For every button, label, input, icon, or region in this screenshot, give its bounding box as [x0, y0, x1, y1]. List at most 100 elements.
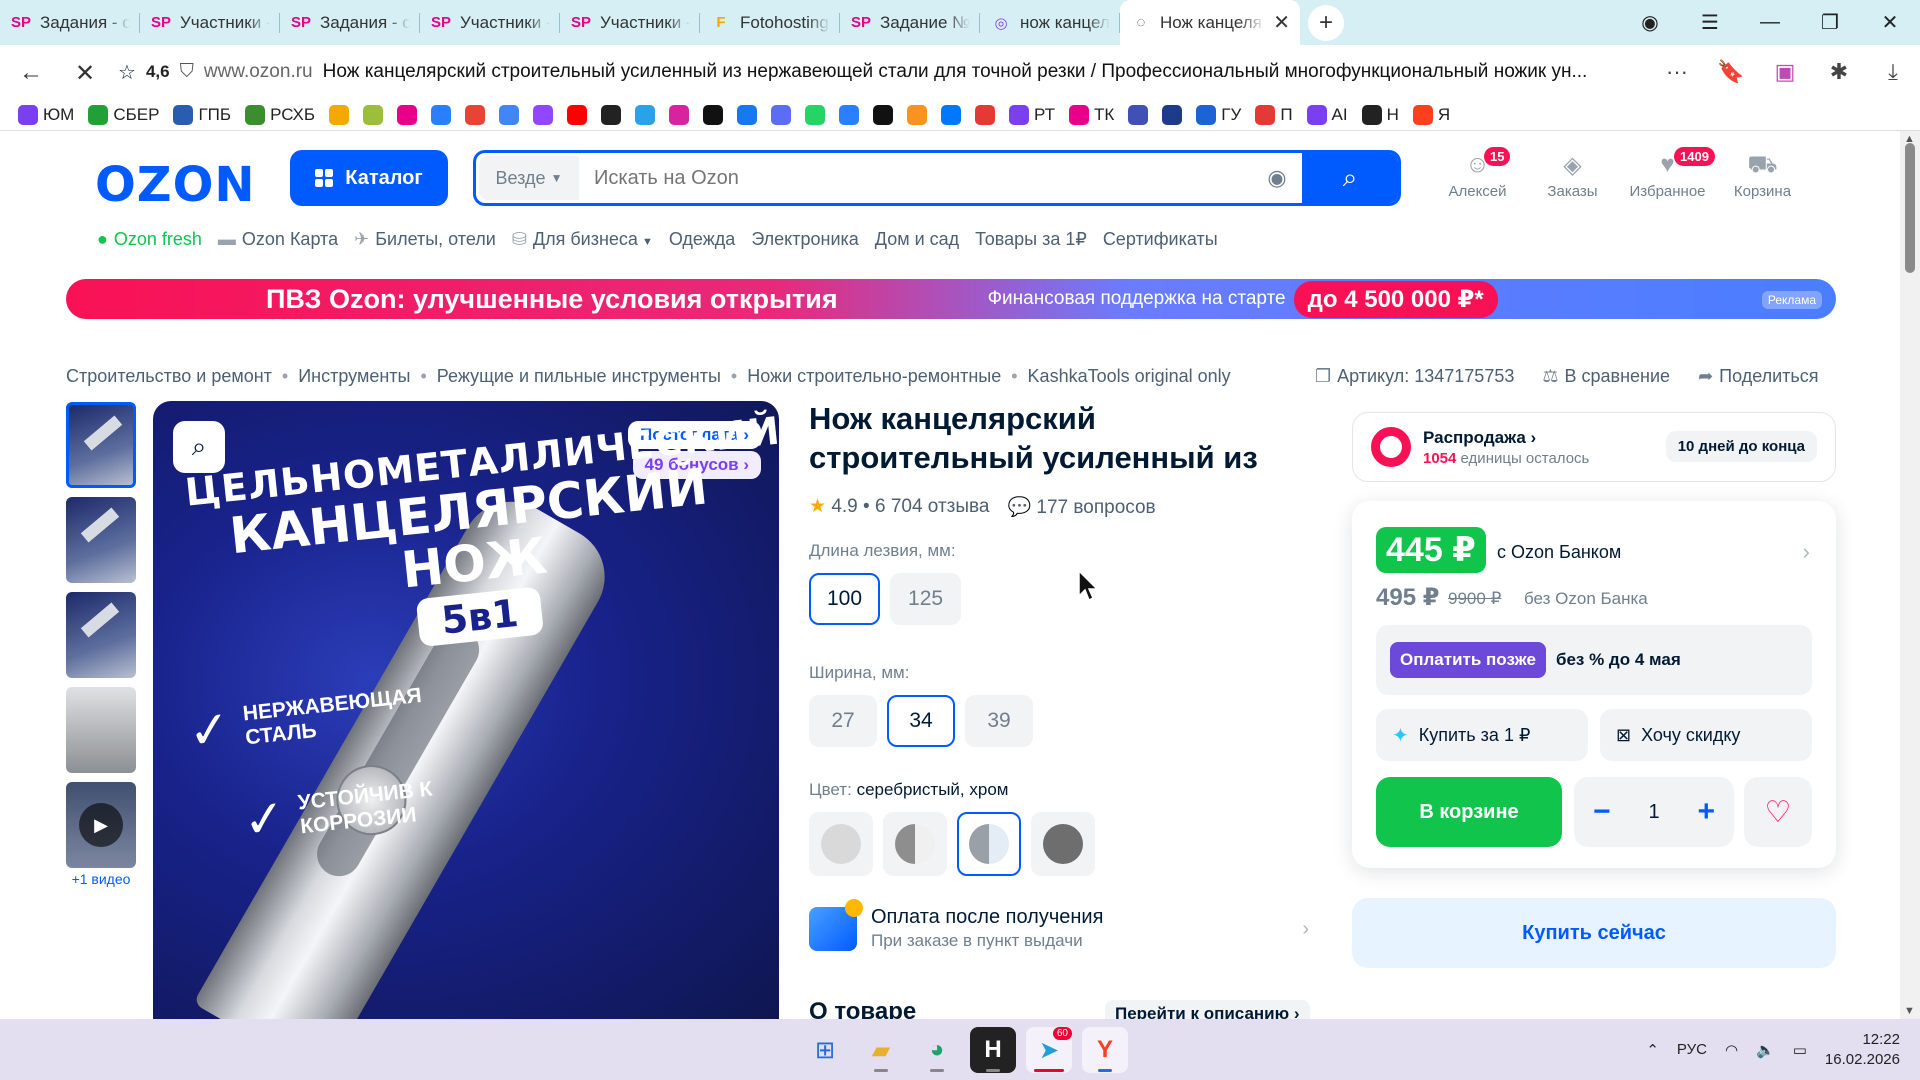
bookmark-item[interactable]	[669, 104, 690, 125]
download-icon[interactable]: ⤓	[1866, 59, 1920, 85]
width-option[interactable]: 27	[809, 695, 877, 747]
bookmark-item[interactable]	[465, 104, 486, 125]
subnav-item[interactable]: ⛁ Для бизнеса ▼	[512, 229, 653, 250]
browser-tab[interactable]: F Fotohosting.Pro	[700, 0, 840, 45]
bookmark-item[interactable]	[737, 104, 758, 125]
promo-banner[interactable]: ПВЗ Ozon: улучшенные условия открытия Фи…	[66, 279, 1836, 319]
wifi-icon[interactable]: ◠	[1725, 1041, 1738, 1059]
width-option[interactable]: 34	[887, 695, 955, 747]
close-tab-icon[interactable]: ✕	[1273, 10, 1290, 35]
more-video-link[interactable]: +1 видео	[66, 871, 136, 887]
product-main-image[interactable]: ⌕ Постоплата › 49 бонусов › ЦЕЛЬНОМЕТАЛЛ…	[153, 401, 779, 1019]
bookmark-item[interactable]	[431, 104, 452, 125]
thumbnail[interactable]	[66, 592, 136, 678]
bookmark-item[interactable]: ЮМ	[18, 104, 74, 125]
page-scrollbar[interactable]: ▲ ▼	[1900, 131, 1920, 1019]
go-to-description-link[interactable]: Перейти к описанию ›	[1105, 1000, 1310, 1019]
bookmark-item[interactable]	[771, 104, 792, 125]
compare-button[interactable]: ⚖ В сравнение	[1542, 366, 1670, 387]
bookmark-item[interactable]	[1128, 104, 1149, 125]
bookmark-item[interactable]	[941, 104, 962, 125]
pay-later-button[interactable]: Оплатить позже	[1390, 642, 1546, 678]
browser-tab[interactable]: SP Задание №250	[840, 0, 980, 45]
back-button[interactable]: ←	[6, 59, 56, 87]
edge-icon[interactable]: ◕	[914, 1027, 960, 1073]
browser-tab[interactable]: SP Участники - пр	[560, 0, 700, 45]
sale-banner[interactable]: Распродажа › 1054 единицы осталось 10 дн…	[1352, 412, 1836, 482]
color-swatch[interactable]	[883, 812, 947, 876]
profile-icon[interactable]: ◉	[1620, 10, 1680, 35]
catalog-button[interactable]: Каталог	[290, 150, 448, 206]
article-number[interactable]: ❐ Артикул: 1347175753	[1315, 366, 1514, 387]
bookmark-item[interactable]: Н	[1361, 104, 1399, 125]
scroll-down-icon[interactable]: ▼	[1904, 1005, 1915, 1017]
search-scope-dropdown[interactable]: Везде ▼	[479, 156, 579, 200]
breadcrumb-item[interactable]: Строительство и ремонт	[66, 366, 272, 387]
bookmark-item[interactable]	[567, 104, 588, 125]
browser-tab[interactable]: SP Участники - пр	[420, 0, 560, 45]
close-window-button[interactable]: ✕	[1860, 10, 1920, 35]
width-option[interactable]: 39	[965, 695, 1033, 747]
bookmark-icon[interactable]: 🔖	[1704, 59, 1758, 85]
bookmark-item[interactable]	[499, 104, 520, 125]
subnav-item[interactable]: Товары за 1₽	[975, 229, 1087, 250]
want-discount-button[interactable]: ⊠ Хочу скидку	[1600, 709, 1812, 761]
volume-icon[interactable]: 🔈	[1756, 1041, 1775, 1059]
bookmark-item[interactable]	[873, 104, 894, 125]
video-thumbnail[interactable]: ▶	[66, 782, 136, 868]
camera-icon[interactable]: ◉	[1252, 165, 1302, 191]
bookmark-item[interactable]: РСХБ	[245, 104, 315, 125]
bookmark-item[interactable]	[975, 104, 996, 125]
restore-button[interactable]: ❐	[1800, 10, 1860, 35]
search-input[interactable]	[582, 153, 1252, 203]
bookmark-item[interactable]	[635, 104, 656, 125]
browser-tab[interactable]: ◎ нож канцелярс	[980, 0, 1120, 45]
image-search-icon[interactable]: ⌕	[173, 421, 225, 473]
subnav-item[interactable]: ✈ Билеты, отели	[354, 229, 496, 250]
subnav-item[interactable]: Сертификаты	[1103, 229, 1218, 250]
bookmark-item[interactable]	[601, 104, 622, 125]
breadcrumb-item[interactable]: Ножи строительно-ремонтные	[747, 366, 1001, 387]
bookmark-item[interactable]	[329, 104, 350, 125]
header-orders-button[interactable]: ◈ Заказы	[1525, 151, 1620, 200]
buy-for-1-button[interactable]: ✦ Купить за 1 ₽	[1376, 709, 1588, 761]
browser-tab[interactable]: SP Участники - пр	[140, 0, 280, 45]
telegram-icon[interactable]: ➤ 60	[1026, 1027, 1072, 1073]
minus-button[interactable]: −	[1593, 795, 1611, 829]
chevron-right-icon[interactable]: ›	[1803, 539, 1810, 565]
subnav-item[interactable]: ▬ Ozon Карта	[218, 229, 338, 250]
color-swatch[interactable]	[957, 812, 1021, 876]
clock[interactable]: 12:22 16.02.2026	[1825, 1030, 1900, 1070]
thumbnail[interactable]	[66, 497, 136, 583]
browser-tab[interactable]: SP Задания - общ	[280, 0, 420, 45]
bookmark-item[interactable]	[397, 104, 418, 125]
thumbnail[interactable]	[66, 402, 136, 488]
bookmark-item[interactable]	[533, 104, 554, 125]
bookmark-item[interactable]: ГУ	[1196, 104, 1241, 125]
gallery-icon[interactable]: ▣	[1758, 59, 1812, 85]
extensions-icon[interactable]: ✱	[1812, 59, 1866, 85]
bookmark-item[interactable]: Я	[1412, 104, 1450, 125]
questions-link[interactable]: 💬 177 вопросов	[1007, 495, 1155, 519]
bookmark-item[interactable]	[805, 104, 826, 125]
bookmark-item[interactable]: СБЕР	[88, 104, 159, 125]
in-cart-button[interactable]: В корзине	[1376, 777, 1562, 847]
color-swatch[interactable]	[1031, 812, 1095, 876]
yandex-browser-icon[interactable]: Y	[1082, 1027, 1128, 1073]
bookmark-item[interactable]	[839, 104, 860, 125]
favorite-button[interactable]: ♡	[1744, 777, 1812, 847]
buy-now-button[interactable]: Купить сейчас	[1352, 898, 1836, 968]
tray-chevron-icon[interactable]: ⌃	[1646, 1041, 1659, 1059]
stop-loading-button[interactable]: ✕	[60, 59, 110, 88]
bookmark-item[interactable]: ТК	[1069, 104, 1114, 125]
subnav-item[interactable]: ● Ozon fresh	[97, 229, 202, 250]
header-favorites-button[interactable]: ♥ 1409 Избранное	[1620, 147, 1715, 200]
subnav-item[interactable]: Электроника	[751, 229, 858, 250]
search-button[interactable]: ⌕	[1302, 153, 1398, 203]
color-swatch[interactable]	[809, 812, 873, 876]
browser-tab[interactable]: ◌ Нож канцеля ✕	[1120, 0, 1300, 45]
bookmark-item[interactable]: РТ	[1009, 104, 1055, 125]
bookmark-item[interactable]: AI	[1306, 104, 1348, 125]
menu-icon[interactable]: ☰	[1680, 10, 1740, 35]
share-button[interactable]: ➦ Поделиться	[1698, 366, 1819, 387]
